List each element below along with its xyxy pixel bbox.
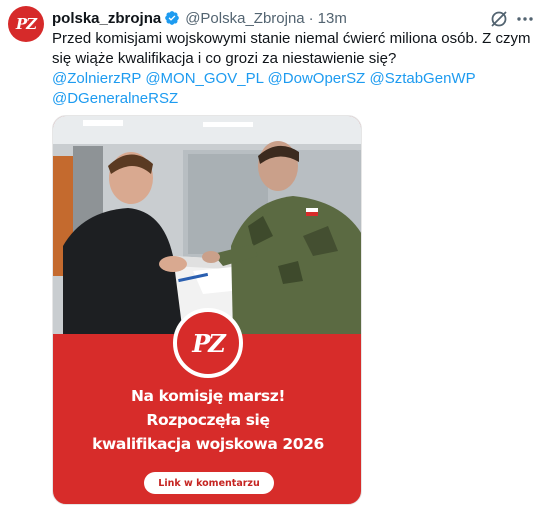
- brand-logo-text: PZ: [192, 328, 226, 358]
- link-in-comments-button[interactable]: Link w komentarzu: [144, 472, 274, 494]
- mention-link[interactable]: @ZolnierzRP: [52, 70, 141, 87]
- tweet[interactable]: PZ polska_zbrojna @Polska_Zbrojna · 13m …: [0, 0, 550, 515]
- mention-link[interactable]: @DowOperSZ: [268, 70, 366, 87]
- mention-link[interactable]: @DGeneralneRSZ: [52, 90, 178, 107]
- tweet-header: polska_zbrojna @Polska_Zbrojna · 13m: [52, 9, 347, 27]
- mention-link[interactable]: @SztabGenWP: [369, 70, 475, 87]
- headline-line: Na komisję marsz!: [130, 387, 286, 405]
- brand-logo: PZ: [173, 308, 243, 378]
- headline-line: Rozpoczęła się: [146, 411, 270, 429]
- avatar[interactable]: PZ: [8, 6, 44, 42]
- more-options-icon[interactable]: [515, 10, 535, 28]
- author-display-name[interactable]: polska_zbrojna: [52, 10, 161, 27]
- recruitment-photo: [53, 116, 361, 334]
- tweet-media-card[interactable]: PZ Na komisję marsz! Rozpoczęła się kwal…: [52, 115, 362, 505]
- author-handle[interactable]: @Polska_Zbrojna: [185, 10, 304, 27]
- mention-link[interactable]: @MON_GOV_PL: [145, 70, 263, 87]
- tweet-text: Przed komisjami wojskowymi stanie niemal…: [52, 29, 542, 109]
- avatar-logo-text: PZ: [15, 15, 37, 33]
- tweet-timestamp[interactable]: 13m: [318, 10, 347, 27]
- verified-badge-icon: [164, 10, 180, 26]
- grok-icon[interactable]: [489, 9, 509, 29]
- header-separator: ·: [308, 9, 314, 27]
- headline-line: kwalifikacja wojskowa 2026: [92, 435, 324, 453]
- tweet-body: Przed komisjami wojskowymi stanie niemal…: [52, 30, 531, 67]
- media-headline: Na komisję marsz! Rozpoczęła się kwalifi…: [53, 384, 361, 456]
